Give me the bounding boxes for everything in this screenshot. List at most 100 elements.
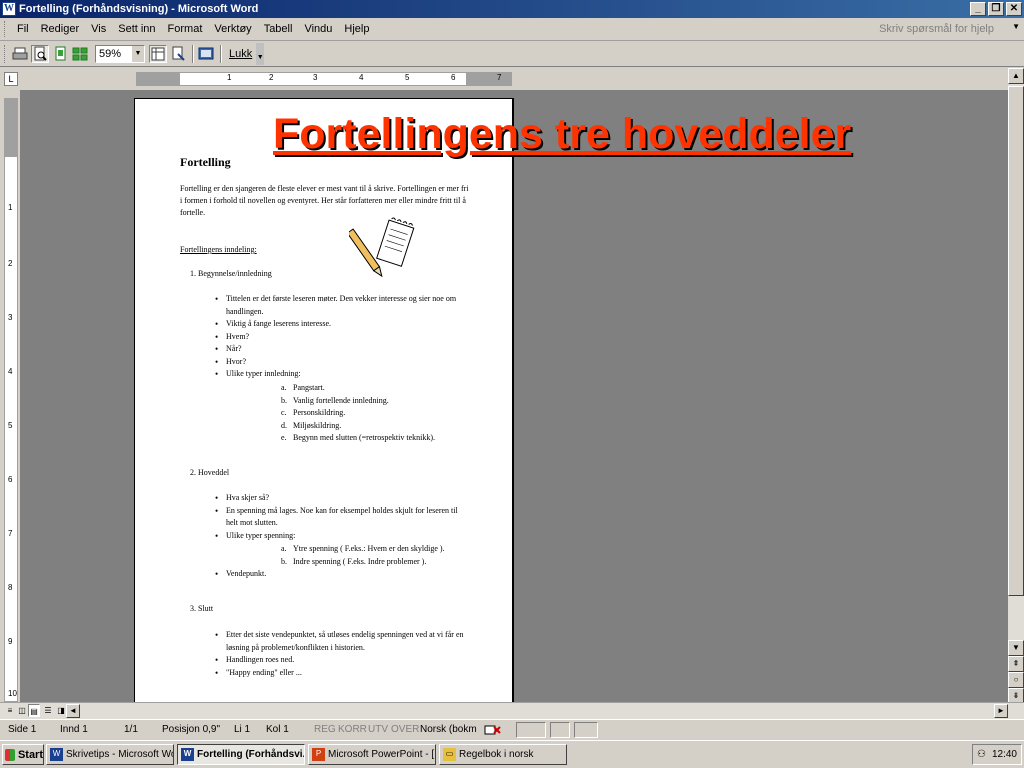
scroll-right-icon[interactable]: ► — [994, 704, 1008, 718]
ruler-row: L 1 2 3 4 5 6 7 — [0, 68, 1024, 90]
status-mode-extend[interactable]: UTV — [368, 724, 388, 735]
taskbar: Start W Skrivetips - Microsoft Word W Fo… — [0, 740, 1024, 768]
menu-tools[interactable]: Verktøy — [208, 23, 257, 35]
start-label: Start — [17, 748, 43, 761]
title-bar: W Fortelling (Forhåndsvisning) - Microso… — [0, 0, 1024, 18]
ruler-number: 9 — [8, 637, 13, 646]
menu-view[interactable]: Vis — [85, 23, 112, 35]
browse-object-icon[interactable]: ○ — [1008, 672, 1024, 688]
help-dropdown-icon[interactable]: ▼ — [1012, 22, 1020, 31]
network-icon[interactable]: ⚇ — [977, 749, 986, 760]
outline-view-icon[interactable]: ☰ — [42, 704, 54, 717]
toolbar-options-icon[interactable]: ▼ — [256, 42, 265, 65]
section-title: 3. Slutt — [190, 604, 214, 613]
list-item: b. Indre spenning ( F.eks. Indre probleme… — [281, 556, 501, 569]
close-button[interactable]: ✕ — [1006, 2, 1022, 16]
ruler-number: 4 — [8, 367, 13, 376]
word-icon: W — [50, 748, 63, 761]
menu-help[interactable]: Hjelp — [338, 23, 375, 35]
menu-format[interactable]: Format — [162, 23, 209, 35]
full-screen-icon[interactable] — [197, 45, 215, 63]
menu-window[interactable]: Vindu — [298, 23, 338, 35]
taskbar-task-regelbok[interactable]: ▭ Regelbok i norsk — [439, 744, 567, 765]
start-button[interactable]: Start — [2, 744, 44, 765]
word-app-icon[interactable]: W — [2, 2, 16, 16]
print-layout-icon[interactable]: ▤ — [28, 704, 40, 717]
vertical-ruler[interactable]: 1 2 3 4 5 6 7 8 9 10 — [4, 98, 18, 702]
menu-grip[interactable] — [4, 21, 7, 37]
ruler-number: 1 — [227, 73, 232, 82]
restore-button[interactable]: ❐ — [988, 2, 1004, 16]
toolbar-grip[interactable] — [4, 44, 7, 63]
taskbar-task-powerpoint[interactable]: P Microsoft PowerPoint - [... — [308, 744, 436, 765]
scroll-up-icon[interactable]: ▲ — [1008, 68, 1024, 84]
view-ruler-icon[interactable] — [149, 44, 167, 63]
list-text: Begynn med slutten (=retrospektiv teknik… — [293, 433, 436, 442]
status-mode-track[interactable]: KORR — [338, 724, 367, 735]
one-page-icon[interactable] — [51, 45, 69, 63]
preview-toolbar: 59% ▼ Lukk ▼ — [0, 41, 1024, 67]
scroll-thumb[interactable] — [1008, 86, 1024, 596]
list-item: a. Pangstart. — [281, 382, 501, 395]
status-cell — [550, 722, 570, 738]
ruler-number: 1 — [8, 203, 13, 212]
section-title: 2. Hoveddel — [190, 468, 230, 477]
list-item: "Happy ending" eller ... — [215, 667, 465, 680]
taskbar-task-word-tips[interactable]: W Skrivetips - Microsoft Word — [46, 744, 174, 765]
task-label: Regelbok i norsk — [459, 749, 534, 760]
scroll-down-icon[interactable]: ▼ — [1008, 640, 1024, 656]
ruler-number: 2 — [269, 73, 274, 82]
sub-list: a. Pangstart. b. Vanlig fortellende innled… — [281, 382, 501, 445]
multiple-pages-icon[interactable] — [71, 45, 89, 63]
minimize-button[interactable]: _ — [970, 2, 986, 16]
status-mode-overtype[interactable]: OVER — [391, 724, 419, 735]
list-item: e. Begynn med slutten (=retrospektiv tekn… — [281, 432, 501, 445]
chevron-down-icon[interactable]: ▼ — [132, 45, 144, 62]
right-margin-area — [466, 73, 511, 85]
previous-page-icon[interactable]: ⇞ — [1008, 656, 1024, 672]
help-search-input[interactable]: Skriv spørsmål for hjelp — [879, 23, 994, 35]
task-label: Microsoft PowerPoint - [... — [328, 749, 436, 760]
spelling-status-icon[interactable] — [484, 724, 502, 739]
left-margin-area — [137, 73, 180, 85]
shrink-to-fit-icon[interactable] — [169, 45, 187, 63]
horizontal-scrollbar[interactable]: ≡ ◫ ▤ ☰ ◨ ◄ ► — [0, 702, 1024, 719]
bullet-list: Tittelen er det første leseren møter. De… — [215, 293, 465, 381]
ruler-number: 3 — [313, 73, 318, 82]
scroll-left-icon[interactable]: ◄ — [66, 704, 80, 718]
windows-logo-icon — [5, 748, 15, 761]
ruler-number: 8 — [8, 583, 13, 592]
ruler-number: 3 — [8, 313, 13, 322]
ruler-number: 2 — [8, 259, 13, 268]
close-preview-button[interactable]: Lukk — [225, 48, 256, 60]
section-title: 1. Begynnelse/innledning — [190, 269, 272, 278]
menu-table[interactable]: Tabell — [258, 23, 299, 35]
list-letter: d. — [281, 420, 287, 430]
word-icon: W — [181, 748, 194, 761]
status-mode-record[interactable]: REG — [314, 724, 336, 735]
notepad-pencil-image — [349, 217, 415, 278]
document-page[interactable]: Fortelling Fortelling er den sjangeren d… — [134, 98, 514, 702]
status-position: Posisjon 0,9" — [162, 724, 221, 735]
list-item: Hva skjer så? — [215, 492, 465, 505]
bullet-list: Hva skjer så? En spenning må lages. Noe … — [215, 492, 465, 542]
web-view-icon[interactable]: ◫ — [16, 704, 28, 717]
taskbar-task-fortelling[interactable]: W Fortelling (Forhåndsvi... — [177, 744, 305, 765]
normal-view-icon[interactable]: ≡ — [4, 704, 16, 717]
horizontal-ruler[interactable]: 1 2 3 4 5 6 7 — [136, 72, 512, 86]
menu-insert[interactable]: Sett inn — [112, 23, 161, 35]
zoom-select[interactable]: 59% ▼ — [95, 44, 145, 63]
vertical-scrollbar[interactable]: ▲ ▼ ⇞ ○ ⇟ — [1008, 68, 1024, 704]
list-letter: a. — [281, 383, 287, 392]
list-item: Ulike typer innledning: — [215, 368, 465, 381]
list-item: Tittelen er det første leseren møter. De… — [215, 293, 465, 318]
list-text: Miljøskildring. — [293, 420, 342, 430]
menu-edit[interactable]: Rediger — [35, 23, 86, 35]
tab-selector-icon[interactable]: L — [4, 72, 18, 86]
magnifier-icon[interactable] — [31, 44, 49, 63]
document-area[interactable]: Fortelling Fortelling er den sjangeren d… — [20, 90, 1008, 702]
status-language[interactable]: Norsk (bokm — [420, 724, 477, 735]
print-icon[interactable] — [11, 45, 29, 63]
menu-file[interactable]: Fil — [11, 23, 35, 35]
status-line: Li 1 — [234, 724, 251, 735]
